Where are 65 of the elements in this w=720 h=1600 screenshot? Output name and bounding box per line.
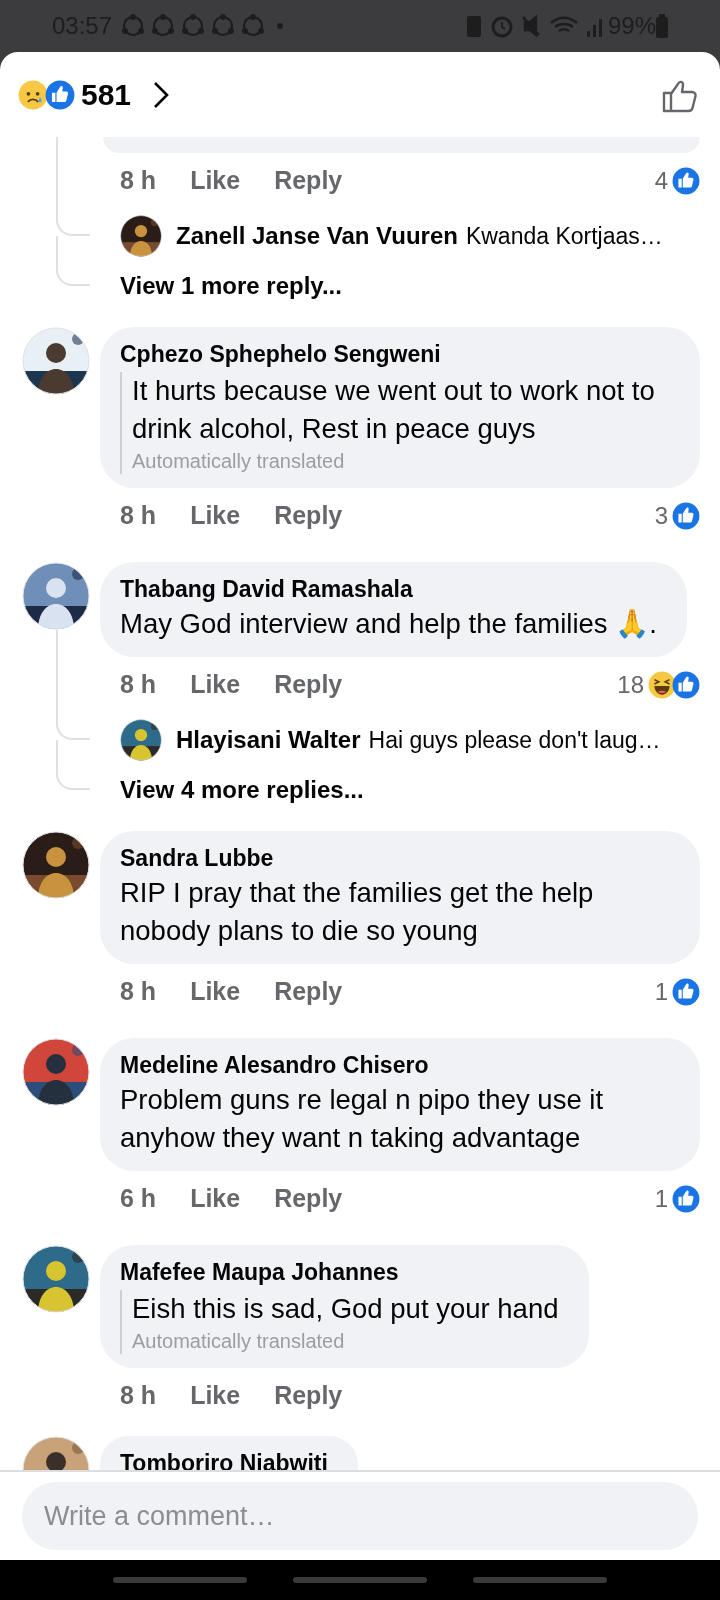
comment-text: It hurts because we went out to work not to drink alcohol, Rest in peace guys — [132, 374, 656, 446]
comment-time: 8 h — [120, 976, 157, 1008]
comment-text: Eish this is sad, God put your hand — [132, 1291, 559, 1326]
reply-link[interactable]: Reply — [274, 1377, 343, 1415]
reply-author[interactable]: Hlayisani Walter — [176, 721, 361, 758]
nav-handle[interactable] — [113, 1577, 247, 1583]
reply-link[interactable]: Reply — [274, 666, 343, 704]
reaction-count[interactable]: 1 — [654, 973, 668, 1010]
like-link[interactable]: Like — [190, 666, 241, 704]
comment-time: 6 h — [120, 1183, 157, 1214]
reaction-count[interactable]: 1 — [654, 1180, 668, 1217]
comment-text: May God interview and help the families 🙏. — [120, 606, 657, 641]
like-link[interactable]: Like — [190, 162, 241, 200]
sync-icon — [210, 13, 237, 39]
reaction-count[interactable]: 4 — [654, 163, 668, 199]
nav-handle[interactable] — [473, 1577, 607, 1583]
like-link[interactable]: Like — [190, 497, 241, 535]
comment-field[interactable]: Write a comment… — [22, 1482, 698, 1550]
sync-icon — [120, 13, 147, 39]
like-icon — [672, 1184, 700, 1213]
dot-icon — [276, 22, 285, 30]
view-more-replies-link[interactable]: View 1 more reply... — [100, 263, 342, 309]
like-icon — [672, 167, 700, 195]
reply-text: Hai guys please don't laug… — [368, 725, 661, 755]
like-icon — [672, 670, 700, 699]
chevron-right-icon — [153, 80, 170, 109]
reply-link[interactable]: Reply — [274, 1180, 343, 1218]
like-link[interactable]: Like — [190, 1377, 241, 1415]
mute-icon — [521, 13, 542, 39]
translation-note: Automatically translated — [132, 448, 346, 474]
comment-text: RIP I pray that the families get the help nobody plans to die so young — [120, 875, 595, 948]
translation-note: Automatically translated — [132, 1328, 346, 1354]
comment-time: 8 h — [120, 669, 157, 701]
reaction-count[interactable]: 3 — [654, 497, 668, 534]
reaction-count[interactable]: 581 — [81, 72, 132, 117]
comment-time: 8 h — [120, 165, 157, 197]
sync-icon — [240, 13, 267, 39]
laughing-icon — [648, 670, 676, 699]
author-name[interactable]: Cphezo Sphephelo Sengweni — [120, 339, 670, 371]
like-link[interactable]: Like — [190, 1180, 241, 1218]
author-name[interactable]: Tomboriro Niabwiti — [120, 1447, 328, 1470]
sync-icon — [180, 13, 207, 39]
saver-icon — [465, 13, 482, 39]
author-name[interactable]: Mafefee Maupa Johannes — [120, 1256, 559, 1288]
reply-text: Kwanda Kortjaas… — [465, 221, 663, 251]
like-icon — [672, 977, 700, 1006]
sad-icon — [18, 79, 48, 110]
reply-link[interactable]: Reply — [274, 162, 343, 200]
nav-handle[interactable] — [293, 1577, 427, 1583]
reaction-count[interactable]: 18 — [617, 666, 644, 703]
author-name[interactable]: Medeline Alesandro Chisero — [120, 1049, 670, 1081]
comment-time: 8 h — [120, 1380, 157, 1411]
like-icon — [45, 79, 75, 110]
reply-link[interactable]: Reply — [274, 973, 343, 1011]
sync-icon — [150, 13, 177, 39]
like-link[interactable]: Like — [190, 973, 241, 1011]
comment-text: Problem guns re legal n pipo they use it anyhow they want n taking advantage — [120, 1082, 605, 1155]
author-name[interactable]: Thabang David Ramashala — [120, 573, 657, 605]
battery-icon — [656, 14, 668, 38]
reply-link[interactable]: Reply — [274, 497, 343, 535]
like-icon — [672, 501, 700, 530]
author-name[interactable]: Sandra Lubbe — [120, 842, 670, 874]
reply-author[interactable]: Zanell Janse Van Vuuren — [176, 218, 458, 254]
comment-time: 8 h — [120, 500, 157, 532]
view-more-replies-link[interactable]: View 4 more replies... — [100, 766, 364, 813]
